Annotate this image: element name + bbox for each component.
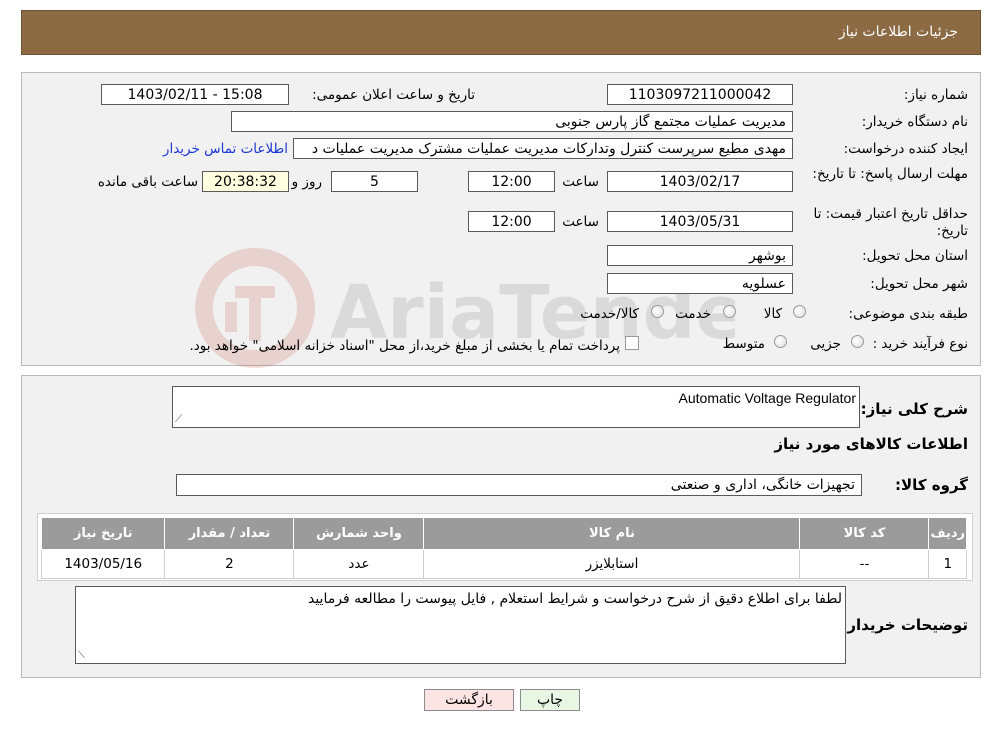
col-header-need-date: تاریخ نیاز [40,517,166,550]
process-option-minor: جزیی [810,336,841,352]
reply-deadline-label: مهلت ارسال پاسخ: تا تاریخ: [812,166,968,182]
province-label: استان محل تحویل: [862,248,968,264]
buyer-org-field: مدیریت عملیات مجتمع گاز پارس جنوبی [231,111,793,132]
items-table-header-row: ردیف کد کالا نام کالا واحد شمارش تعداد /… [40,517,967,550]
announce-datetime-label: تاریخ و ساعت اعلان عمومی: [312,87,475,103]
col-header-item-code: کد کالا [799,517,930,550]
days-remaining-field: 5 [331,171,418,192]
goods-group-field: تجهیزات خانگی، اداری و صنعتی [176,474,862,496]
cell-unit: عدد [293,549,425,579]
process-option-medium: متوسط [722,336,765,352]
announce-datetime-field: 1403/02/11 - 15:08 [101,84,289,105]
buyer-org-label: نام دستگاه خریدار: [861,114,968,130]
print-button[interactable]: چاپ [520,689,580,711]
page-header: جزئیات اطلاعات نیاز [21,10,981,55]
process-radio-minor[interactable] [851,335,864,348]
col-header-row-number: ردیف [928,517,967,550]
requester-field: مهدی مطیع سرپرست کنترل وتدارکات مدیریت ع… [293,138,793,159]
col-header-unit: واحد شمارش [293,517,425,550]
price-validity-time-label: ساعت [562,214,599,230]
summary-textarea[interactable]: Automatic Voltage Regulator ⟋ [172,386,860,428]
buyer-notes-label: توضیحات خریدار: [841,616,968,634]
city-label: شهر محل تحویل: [870,276,968,292]
need-number-label: شماره نیاز: [903,87,968,103]
resize-grip-icon[interactable]: ⟋ [78,650,85,661]
goods-group-label: گروه کالا: [895,476,968,494]
table-row: 1 -- استابلایزر عدد 2 1403/05/16 [40,549,967,579]
buyer-contact-link[interactable]: اطلاعات تماس خریدار [163,141,288,157]
category-option-service: خدمت [675,306,711,322]
category-label: طبقه بندی موضوعی: [848,306,968,322]
price-validity-date-field: 1403/05/31 [607,211,793,232]
buyer-notes-value: لطفا برای اطلاع دقیق از شرح درخواست و شر… [307,591,842,607]
province-field: بوشهر [607,245,793,266]
need-number-field: 1103097211000042 [607,84,793,105]
cell-item-code: -- [799,549,930,579]
price-validity-time-field: 12:00 [468,211,555,232]
goods-info-title: اطلاعات کالاهای مورد نیاز [774,435,968,453]
cell-item-name: استابلایزر [423,549,801,579]
remaining-time-field: 20:38:32 [202,171,289,192]
resize-grip-icon[interactable]: ⟋ [175,414,182,425]
process-radio-medium[interactable] [774,335,787,348]
category-radio-goods[interactable] [793,305,806,318]
price-validity-label: حداقل تاریخ اعتبار قیمت: تا تاریخ: [813,206,968,239]
reply-date-field: 1403/02/17 [607,171,793,192]
days-label: روز و [291,174,322,190]
cell-row-number: 1 [928,549,967,579]
treasury-checkbox[interactable] [625,336,639,350]
page-title: جزئیات اطلاعات نیاز [838,24,958,40]
summary-label: شرح کلی نیاز: [860,400,968,418]
city-field: عسلویه [607,273,793,294]
reply-time-field: 12:00 [468,171,555,192]
cell-need-date: 1403/05/16 [40,549,166,579]
category-option-goods: کالا [763,306,782,322]
items-table: ردیف کد کالا نام کالا واحد شمارش تعداد /… [40,517,967,579]
payment-note: پرداخت تمام یا بخشی از مبلغ خرید،از محل … [189,338,620,354]
col-header-quantity: تعداد / مقدار [164,517,295,550]
back-button[interactable]: بازگشت [424,689,514,711]
cell-quantity: 2 [164,549,295,579]
category-radio-goods-service[interactable] [651,305,664,318]
category-option-goods-service: کالا/خدمت [580,306,639,322]
col-header-item-name: نام کالا [423,517,801,550]
category-radio-service[interactable] [723,305,736,318]
summary-value: Automatic Voltage Regulator [678,390,856,406]
process-type-label: نوع فرآیند خرید : [872,336,968,352]
buyer-notes-textarea[interactable]: لطفا برای اطلاع دقیق از شرح درخواست و شر… [75,586,846,664]
reply-time-label: ساعت [562,174,599,190]
requester-label: ایجاد کننده درخواست: [843,141,968,157]
remaining-time-label: ساعت باقی مانده [97,174,198,190]
